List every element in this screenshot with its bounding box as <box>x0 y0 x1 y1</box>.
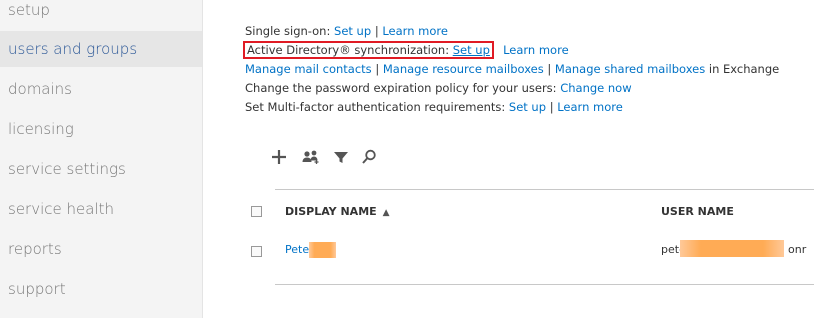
nav-item-setup[interactable]: setup <box>0 0 202 20</box>
column-header-user-name[interactable]: USER NAME <box>661 205 734 218</box>
separator: | <box>549 100 554 114</box>
separator: | <box>374 24 379 38</box>
main-content: Single sign-on: Set up | Learn more Acti… <box>203 0 814 318</box>
password-label: Change the password expiration policy fo… <box>245 81 557 95</box>
mfa-label: Set Multi-factor authentication requirem… <box>245 100 506 114</box>
mfa-row: Set Multi-factor authentication requirem… <box>245 98 805 117</box>
search-icon[interactable] <box>358 148 380 170</box>
left-nav: setup users and groups domains licensing… <box>0 0 203 318</box>
nav-item-reports[interactable]: reports <box>0 231 202 267</box>
mfa-setup-link[interactable]: Set up <box>509 100 546 114</box>
column-header-display-name[interactable]: DISPLAY NAME ▲ <box>285 205 390 218</box>
sso-learn-more-link[interactable]: Learn more <box>382 24 448 38</box>
password-row: Change the password expiration policy fo… <box>245 79 805 98</box>
manage-row: Manage mail contacts | Manage resource m… <box>245 60 805 79</box>
table-bottom-border <box>275 284 814 285</box>
filter-icon[interactable] <box>330 148 352 170</box>
people-icon[interactable] <box>300 148 322 170</box>
mfa-learn-more-link[interactable]: Learn more <box>557 100 623 114</box>
nav-item-support[interactable]: support <box>0 271 202 307</box>
separator: | <box>375 62 380 76</box>
select-all-checkbox[interactable] <box>251 206 262 217</box>
manage-resource-mailboxes-link[interactable]: Manage resource mailboxes <box>383 62 544 76</box>
ad-sync-label: Active Directory® synchronization: <box>247 43 450 57</box>
sso-setup-link[interactable]: Set up <box>334 24 371 38</box>
ad-sync-learn-more-link[interactable]: Learn more <box>503 43 569 57</box>
manage-mail-contacts-link[interactable]: Manage mail contacts <box>245 62 372 76</box>
sso-label: Single sign-on: <box>245 24 331 38</box>
user-name-end: onr <box>788 243 807 256</box>
sso-row: Single sign-on: Set up | Learn more <box>245 22 805 41</box>
display-name-header-label: DISPLAY NAME <box>285 205 377 218</box>
ad-sync-row: Active Directory® synchronization: Set u… <box>243 41 805 60</box>
ad-sync-setup-link[interactable]: Set up <box>453 43 490 57</box>
settings-block: Single sign-on: Set up | Learn more Acti… <box>243 22 805 117</box>
change-now-link[interactable]: Change now <box>560 81 631 95</box>
sort-ascending-icon[interactable]: ▲ <box>383 208 390 218</box>
nav-item-service-health[interactable]: service health <box>0 191 202 227</box>
table-top-border <box>275 189 814 190</box>
row-checkbox[interactable] <box>251 246 262 257</box>
manage-shared-mailboxes-link[interactable]: Manage shared mailboxes <box>555 62 705 76</box>
separator: | <box>547 62 552 76</box>
manage-suffix: in Exchange <box>708 62 780 76</box>
ad-sync-highlight-box: Active Directory® synchronization: Set u… <box>243 41 494 59</box>
table-row[interactable]: Pete <box>285 243 309 256</box>
plus-icon[interactable] <box>268 148 290 170</box>
nav-item-domains[interactable]: domains <box>0 71 202 107</box>
redaction-box <box>309 242 336 258</box>
nav-item-users-and-groups[interactable]: users and groups <box>0 31 202 67</box>
nav-item-service-settings[interactable]: service settings <box>0 151 202 187</box>
user-display-name-link[interactable]: Pete <box>285 243 309 256</box>
redaction-box <box>680 240 784 257</box>
nav-item-licensing[interactable]: licensing <box>0 111 202 147</box>
